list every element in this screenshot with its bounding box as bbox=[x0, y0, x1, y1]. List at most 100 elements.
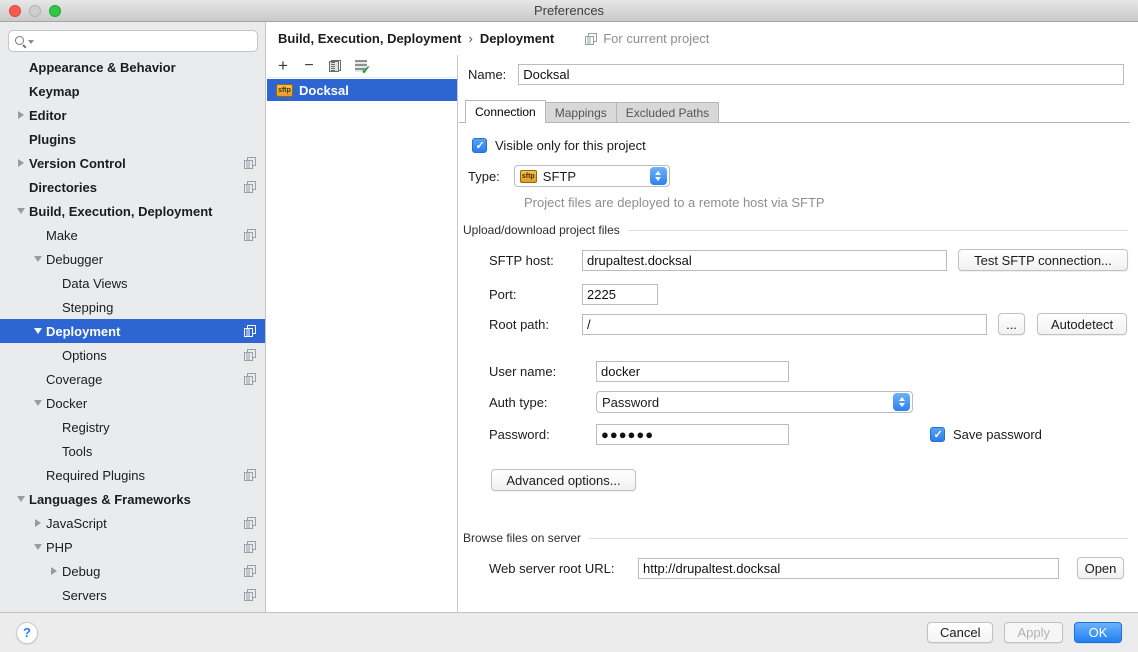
sidebar-item-label: Make bbox=[46, 228, 78, 243]
visible-only-row: Visible only for this project bbox=[472, 137, 646, 153]
list-toolbar bbox=[267, 55, 457, 78]
sidebar-item-servers[interactable]: Servers bbox=[0, 583, 265, 607]
sidebar-item-label: Required Plugins bbox=[46, 468, 145, 483]
sidebar-item-registry[interactable]: Registry bbox=[0, 415, 265, 439]
tab-connection[interactable]: Connection bbox=[465, 100, 546, 123]
sidebar-item-debugger[interactable]: Debugger bbox=[0, 247, 265, 271]
apply-button[interactable]: Apply bbox=[1004, 622, 1063, 643]
user-name-field[interactable] bbox=[596, 361, 789, 382]
sidebar-item-label: Plugins bbox=[29, 132, 76, 147]
advanced-options-button[interactable]: Advanced options... bbox=[491, 469, 636, 491]
sftp-host-label: SFTP host: bbox=[489, 253, 554, 268]
servers-list-panel: sftp Docksal bbox=[267, 55, 458, 612]
zoom-window-button[interactable] bbox=[49, 5, 61, 17]
sftp-host-row: SFTP host: Test SFTP connection... bbox=[489, 249, 1126, 271]
password-row: Password: Save password bbox=[489, 423, 1126, 445]
expanded-arrow-icon[interactable] bbox=[29, 544, 46, 550]
expanded-arrow-icon[interactable] bbox=[29, 400, 46, 406]
breadcrumb-section[interactable]: Build, Execution, Deployment bbox=[278, 31, 461, 46]
collapsed-arrow-icon[interactable] bbox=[45, 567, 62, 575]
ok-button[interactable]: OK bbox=[1074, 622, 1122, 643]
project-level-icon bbox=[244, 565, 256, 577]
port-field[interactable] bbox=[582, 284, 658, 305]
save-password-checkbox[interactable] bbox=[930, 427, 945, 442]
visible-only-checkbox[interactable] bbox=[472, 138, 487, 153]
upload-section-title: Upload/download project files bbox=[463, 223, 620, 237]
preferences-window: Preferences Appearance & Behavior Keymap… bbox=[0, 0, 1138, 652]
tab-excluded-paths[interactable]: Excluded Paths bbox=[616, 102, 719, 123]
root-path-field[interactable] bbox=[582, 314, 987, 335]
sidebar-item-label: Languages & Frameworks bbox=[29, 492, 191, 507]
sidebar-item-data-views[interactable]: Data Views bbox=[0, 271, 265, 295]
sidebar-item-label: Deployment bbox=[46, 324, 120, 339]
tab-mappings[interactable]: Mappings bbox=[545, 102, 617, 123]
project-level-icon bbox=[244, 469, 256, 481]
use-as-default-icon[interactable] bbox=[353, 58, 369, 74]
expanded-arrow-icon[interactable] bbox=[29, 328, 46, 334]
server-name: Docksal bbox=[299, 83, 349, 98]
autodetect-button[interactable]: Autodetect bbox=[1037, 313, 1127, 335]
sidebar-item-docker[interactable]: Docker bbox=[0, 391, 265, 415]
collapsed-arrow-icon[interactable] bbox=[12, 111, 29, 119]
server-list-item-docksal[interactable]: sftp Docksal bbox=[267, 79, 457, 101]
config-tabs: Connection Mappings Excluded Paths bbox=[466, 100, 719, 123]
sidebar-item-php[interactable]: PHP bbox=[0, 535, 265, 559]
help-button[interactable]: ? bbox=[16, 622, 38, 644]
remove-server-icon[interactable] bbox=[301, 58, 317, 74]
sidebar-item-deployment[interactable]: Deployment bbox=[0, 319, 265, 343]
sidebar-item-editor[interactable]: Editor bbox=[0, 103, 265, 127]
sidebar-item-label: Coverage bbox=[46, 372, 102, 387]
settings-search-box[interactable] bbox=[8, 30, 258, 52]
copy-server-icon[interactable] bbox=[327, 58, 343, 74]
sidebar-item-build-execution-deployment[interactable]: Build, Execution, Deployment bbox=[0, 199, 265, 223]
sidebar-item-directories[interactable]: Directories bbox=[0, 175, 265, 199]
sidebar-item-label: Stepping bbox=[62, 300, 113, 315]
expanded-arrow-icon[interactable] bbox=[12, 496, 29, 502]
expanded-arrow-icon[interactable] bbox=[29, 256, 46, 262]
dialog-footer: ? Cancel Apply OK bbox=[0, 612, 1138, 652]
type-dropdown[interactable]: sftp SFTP bbox=[514, 165, 670, 187]
cancel-button[interactable]: Cancel bbox=[927, 622, 993, 643]
open-url-button[interactable]: Open bbox=[1077, 557, 1124, 579]
sidebar-item-keymap[interactable]: Keymap bbox=[0, 79, 265, 103]
minimize-window-button[interactable] bbox=[29, 5, 41, 17]
sidebar-item-tools[interactable]: Tools bbox=[0, 439, 265, 463]
sftp-file-icon: sftp bbox=[520, 170, 537, 183]
sidebar-item-label: Data Views bbox=[62, 276, 128, 291]
upload-section-header: Upload/download project files bbox=[463, 223, 1128, 237]
sidebar-item-make[interactable]: Make bbox=[0, 223, 265, 247]
tabbar-divider bbox=[459, 122, 1130, 123]
sftp-host-field[interactable] bbox=[582, 250, 947, 271]
auth-type-dropdown[interactable]: Password bbox=[596, 391, 913, 413]
sidebar-item-javascript[interactable]: JavaScript bbox=[0, 511, 265, 535]
close-window-button[interactable] bbox=[9, 5, 21, 17]
visible-only-label: Visible only for this project bbox=[495, 138, 646, 153]
sidebar-item-languages-frameworks[interactable]: Languages & Frameworks bbox=[0, 487, 265, 511]
sidebar-item-label: Debug bbox=[62, 564, 100, 579]
web-root-row: Web server root URL: Open bbox=[489, 557, 1126, 579]
sidebar-item-version-control[interactable]: Version Control bbox=[0, 151, 265, 175]
name-field[interactable] bbox=[518, 64, 1124, 85]
section-rule bbox=[628, 230, 1128, 231]
web-root-field[interactable] bbox=[638, 558, 1059, 579]
sidebar-item-coverage[interactable]: Coverage bbox=[0, 367, 265, 391]
sidebar-item-debug[interactable]: Debug bbox=[0, 559, 265, 583]
search-input[interactable] bbox=[35, 32, 252, 50]
sidebar-item-options[interactable]: Options bbox=[0, 343, 265, 367]
browse-root-path-button[interactable]: ... bbox=[998, 313, 1025, 335]
search-options-chevron-icon[interactable] bbox=[28, 40, 34, 44]
password-field[interactable] bbox=[596, 424, 789, 445]
port-label: Port: bbox=[489, 287, 516, 302]
collapsed-arrow-icon[interactable] bbox=[12, 159, 29, 167]
collapsed-arrow-icon[interactable] bbox=[29, 519, 46, 527]
sidebar-item-appearance-behavior[interactable]: Appearance & Behavior bbox=[0, 55, 265, 79]
expanded-arrow-icon[interactable] bbox=[12, 208, 29, 214]
sidebar-item-label: Version Control bbox=[29, 156, 126, 171]
add-server-icon[interactable] bbox=[275, 58, 291, 74]
sidebar-item-required-plugins[interactable]: Required Plugins bbox=[0, 463, 265, 487]
test-sftp-connection-button[interactable]: Test SFTP connection... bbox=[958, 249, 1128, 271]
sidebar-item-stepping[interactable]: Stepping bbox=[0, 295, 265, 319]
type-row: Type: sftp SFTP bbox=[468, 165, 670, 187]
sidebar-item-plugins[interactable]: Plugins bbox=[0, 127, 265, 151]
project-level-icon bbox=[244, 157, 256, 169]
